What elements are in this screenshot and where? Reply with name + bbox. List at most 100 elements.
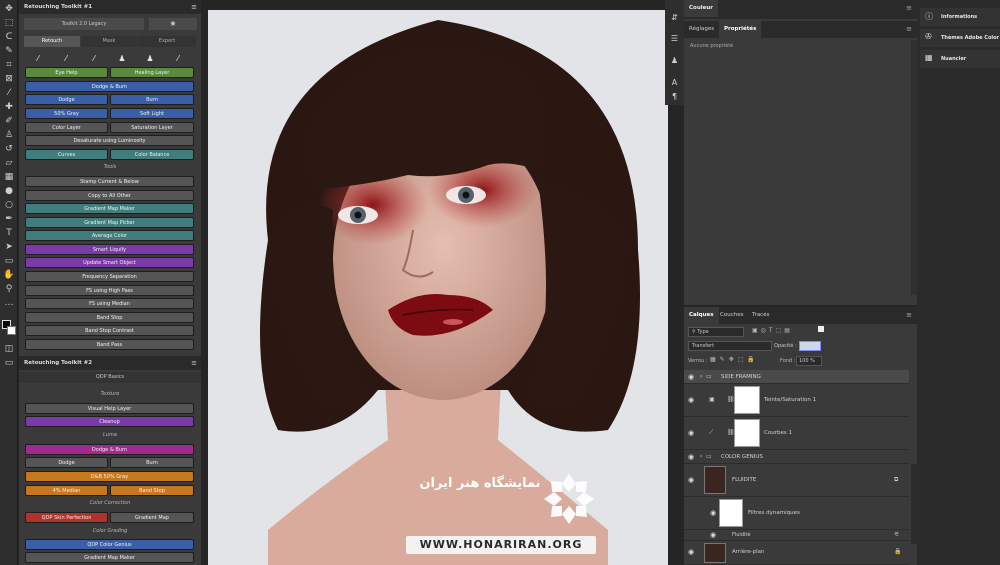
adjustments-icon[interactable]: ⇵ <box>669 12 680 23</box>
quick-mask-icon[interactable]: ◫ <box>3 343 15 355</box>
fs-high-pass-button[interactable]: FS using High Pass <box>25 285 194 296</box>
layer-filter-select[interactable]: ⚲ Type <box>688 327 744 337</box>
qdp-gradient-map-maker-button[interactable]: Gradient Map Maker <box>25 552 194 563</box>
brush-tool-icon[interactable]: ✐ <box>3 115 15 127</box>
adobe-color-themes-item[interactable]: ✇ Thèmes Adobe Color <box>920 29 1000 47</box>
layer-row[interactable]: ◉ FLUIDITE ⧉ <box>684 464 909 497</box>
visibility-eye-icon[interactable]: ◉ <box>688 429 694 437</box>
dodge-tool-icon[interactable]: ○ <box>3 199 15 211</box>
update-smart-object-button[interactable]: Update Smart Object <box>25 257 194 268</box>
saturation-layer-button[interactable]: Saturation Layer <box>110 122 194 133</box>
tab-expert[interactable]: Expert <box>138 36 196 47</box>
shape-tool-icon[interactable]: ▭ <box>3 255 15 267</box>
lasso-tool-icon[interactable]: ᑕ <box>3 31 15 43</box>
color-balance-button[interactable]: Color Balance <box>110 149 194 160</box>
band-stop-contrast-button[interactable]: Band Stop Contrast <box>25 325 194 336</box>
eye-help-button[interactable]: Eye Help <box>25 67 108 78</box>
layer-row[interactable]: ◉ Arrière-plan 🔒 <box>684 541 909 565</box>
frame-tool-icon[interactable]: ⊠ <box>3 73 15 85</box>
layer-row[interactable]: ◉ Filtres dynamiques <box>684 497 909 530</box>
lock-icons[interactable]: ▦✎✥⬚🔒 <box>710 356 759 363</box>
visibility-eye-icon[interactable]: ◉ <box>710 531 716 539</box>
qdp-band-stop-button[interactable]: Band Stop <box>110 485 194 496</box>
filter-icons[interactable]: ▣◎T⬚▤ <box>752 327 793 334</box>
stamp-icon[interactable]: ♟ <box>117 54 127 64</box>
tab-calques[interactable]: Calques <box>684 307 719 324</box>
tab-reglages[interactable]: Réglages <box>684 21 719 38</box>
screen-mode-icon[interactable]: ▭ <box>3 357 15 369</box>
stamp-current-below-button[interactable]: Stamp Current & Below <box>25 176 194 187</box>
fs-median-button[interactable]: FS using Median <box>25 298 194 309</box>
visibility-eye-icon[interactable]: ◉ <box>688 373 694 381</box>
tab-mask[interactable]: Mask <box>81 36 137 47</box>
filter-options-icon[interactable]: ⚟ <box>894 531 899 538</box>
clone-stamp-icon[interactable]: ♙ <box>3 129 15 141</box>
layer-row[interactable]: ◉ ⟋ ⛓ Courbes 1 <box>684 417 909 450</box>
smart-liquify-button[interactable]: Smart Liquify <box>25 244 194 255</box>
frequency-separation-button[interactable]: Frequency Separation <box>25 271 194 282</box>
document-canvas[interactable]: نمایشگاه هنر ایران WWW.HONARIRAN.ORG <box>208 10 668 565</box>
db-50-gray-button[interactable]: D&B 50% Gray <box>25 471 194 482</box>
nuancier-item[interactable]: ▦ Nuancier <box>920 50 1000 68</box>
qdp-dodge-button[interactable]: Dodge <box>25 457 108 468</box>
sliders-icon[interactable]: ☰ <box>669 33 680 44</box>
filter-toggle[interactable] <box>818 326 824 332</box>
brush-icon[interactable]: ⁄ <box>33 54 43 64</box>
healing-layer-button[interactable]: Healing Layer <box>110 67 194 78</box>
paragraph-icon[interactable]: ¶ <box>669 91 680 102</box>
fill-input[interactable]: 100 % <box>796 356 822 366</box>
marquee-tool-icon[interactable]: ⬚ <box>3 17 15 29</box>
gradient-map-maker-button[interactable]: Gradient Map Maker <box>25 203 194 214</box>
gray-50-button[interactable]: 50% Gray <box>25 108 108 119</box>
smart-filter-icon[interactable]: ⧉ <box>894 476 898 484</box>
average-color-button[interactable]: Average Color <box>25 230 194 241</box>
blend-mode-select[interactable]: Transfert <box>688 341 772 351</box>
panel-menu-icon[interactable]: ≡ <box>906 4 912 12</box>
group-chevron-icon[interactable]: › <box>700 453 702 460</box>
quick-select-icon[interactable]: ✎ <box>3 45 15 57</box>
tab-retouch[interactable]: Retouch <box>24 36 80 47</box>
zoom-tool-icon[interactable]: ⚲ <box>3 283 15 295</box>
background-color-swatch[interactable] <box>7 326 16 335</box>
layer-row[interactable]: ◉ Fluidité ⚟ <box>684 530 909 541</box>
layer-row[interactable]: ◉ › ▭ SIDE FRAMING <box>684 370 909 384</box>
panel-menu-icon[interactable]: ≡ <box>191 356 197 370</box>
brush-plus-icon[interactable]: ⁄ <box>173 54 183 64</box>
hand-tool-icon[interactable]: ✋ <box>3 269 15 281</box>
eraser-icon[interactable]: ▱ <box>3 157 15 169</box>
qdp-skin-perfection-button[interactable]: QDP Skin Perfection <box>25 512 108 523</box>
tab-traces[interactable]: Tracés <box>747 307 774 324</box>
stamp-alt-icon[interactable]: ♟ <box>145 54 155 64</box>
group-chevron-icon[interactable]: › <box>700 373 702 380</box>
informations-item[interactable]: ⓘ Informations <box>920 8 1000 26</box>
soft-light-button[interactable]: Soft Light <box>110 108 194 119</box>
curves-button[interactable]: Curves <box>25 149 108 160</box>
visual-help-layer-button[interactable]: Visual Help Layer <box>25 403 194 414</box>
burn-button[interactable]: Burn <box>110 94 194 105</box>
qdp-color-genius-button[interactable]: QDP Color Genius <box>25 539 194 550</box>
layer-row[interactable]: ◉ ▣ ⛓ Teinte/Saturation 1 <box>684 384 909 417</box>
panel-menu-icon[interactable]: ≡ <box>906 25 912 33</box>
tab-couleur[interactable]: Couleur <box>684 0 718 17</box>
pen-tool-icon[interactable]: ✒ <box>3 213 15 225</box>
history-brush-icon[interactable]: ↺ <box>3 143 15 155</box>
blur-tool-icon[interactable]: ● <box>3 185 15 197</box>
brush-soft-icon[interactable]: ⁄ <box>61 54 71 64</box>
desaturate-button[interactable]: Desaturate using Luminosity <box>25 135 194 146</box>
band-pass-button[interactable]: Band Pass <box>25 339 194 350</box>
gradient-tool-icon[interactable]: ▦ <box>3 171 15 183</box>
visibility-eye-icon[interactable]: ◉ <box>688 396 694 404</box>
median-4-button[interactable]: 4% Median <box>25 485 108 496</box>
tab-couches[interactable]: Couches <box>715 307 748 324</box>
path-select-icon[interactable]: ➤ <box>3 241 15 253</box>
cleanup-button[interactable]: Cleanup <box>25 416 194 427</box>
move-tool-icon[interactable]: ✥ <box>3 3 15 15</box>
qdp-burn-button[interactable]: Burn <box>110 457 194 468</box>
copy-to-all-other-button[interactable]: Copy to All Other <box>25 190 194 201</box>
visibility-eye-icon[interactable]: ◉ <box>688 453 694 461</box>
type-tool-icon[interactable]: T <box>3 227 15 239</box>
crop-tool-icon[interactable]: ⌗ <box>3 59 15 71</box>
tab-proprietes[interactable]: Propriétés <box>719 21 762 38</box>
dodge-button[interactable]: Dodge <box>25 94 108 105</box>
brush-hard-icon[interactable]: ⁄ <box>89 54 99 64</box>
